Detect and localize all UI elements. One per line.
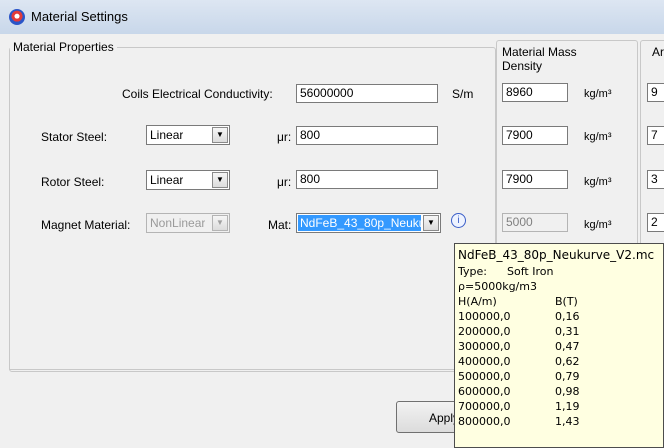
rotor-steel-type-value: Linear xyxy=(150,173,184,187)
coils-conductivity-label: Coils Electrical Conductivity: xyxy=(122,87,273,101)
magnet-mat-value: NdFeB_43_80p_Neukurve_V2.mc xyxy=(298,215,421,231)
third-group-input-1[interactable]: 9 xyxy=(647,83,664,102)
magnet-mat-label: Mat: xyxy=(268,218,292,232)
magnet-material-type-select: NonLinear ▼ xyxy=(146,213,230,233)
tooltip-row-h: 700000,0 xyxy=(458,400,511,413)
chevron-down-icon[interactable]: ▼ xyxy=(212,172,228,188)
info-icon[interactable]: i xyxy=(451,213,466,228)
stator-steel-label: Stator Steel: xyxy=(41,130,108,144)
chevron-down-icon[interactable]: ▼ xyxy=(423,215,439,231)
material-properties-legend: Material Properties xyxy=(13,40,114,54)
rotor-steel-label: Rotor Steel: xyxy=(41,175,105,189)
mass-density-unit-rotor: kg/m³ xyxy=(584,176,612,188)
tooltip-row-b: 1,19 xyxy=(555,400,580,413)
chevron-down-icon: ▼ xyxy=(212,215,228,231)
tooltip-density: ρ=5000kg/m3 xyxy=(458,280,537,293)
stator-mu-input[interactable]: 800 xyxy=(296,126,438,145)
title-bar: Material Settings xyxy=(0,0,664,34)
tooltip-row-h: 400000,0 xyxy=(458,355,511,368)
rotor-steel-type-select[interactable]: Linear ▼ xyxy=(146,170,230,190)
coils-conductivity-unit: S/m xyxy=(452,87,474,101)
tooltip-filename: NdFeB_43_80p_Neukurve_V2.mc xyxy=(458,248,655,262)
mass-density-unit-magnet: kg/m³ xyxy=(584,219,612,231)
mass-density-unit-coils: kg/m³ xyxy=(584,88,612,100)
tooltip-row-b: 0,98 xyxy=(555,385,580,398)
mass-density-input-magnet: 5000 xyxy=(502,213,568,232)
tooltip-row-b: 0,31 xyxy=(555,325,580,338)
tooltip-row-h: 200000,0 xyxy=(458,325,511,338)
material-tooltip: NdFeB_43_80p_Neukurve_V2.mc Type: Soft I… xyxy=(454,243,664,448)
rotor-mu-input[interactable]: 800 xyxy=(296,170,438,189)
third-group-input-4[interactable]: 2 xyxy=(647,213,664,232)
mass-density-input-stator[interactable]: 7900 xyxy=(502,126,568,145)
magnet-material-label: Magnet Material: xyxy=(41,218,131,232)
tooltip-row-h: 100000,0 xyxy=(458,310,511,323)
mass-density-input-coils[interactable]: 8960 xyxy=(502,83,568,102)
tooltip-type-value: Soft Iron xyxy=(507,265,554,278)
tooltip-col-h: H(A/m) xyxy=(458,295,497,308)
tooltip-row-b: 0,16 xyxy=(555,310,580,323)
mass-density-unit-stator: kg/m³ xyxy=(584,131,612,143)
third-group-input-3[interactable]: 3 xyxy=(647,170,664,189)
third-group-input-2[interactable]: 7 xyxy=(647,126,664,145)
tooltip-row-h: 600000,0 xyxy=(458,385,511,398)
tooltip-col-b: B(T) xyxy=(555,295,578,308)
tooltip-row-b: 0,47 xyxy=(555,340,580,353)
tooltip-row-b: 0,62 xyxy=(555,355,580,368)
stator-steel-type-select[interactable]: Linear ▼ xyxy=(146,125,230,145)
tooltip-row-h: 500000,0 xyxy=(458,370,511,383)
stator-mu-label: μr: xyxy=(277,130,292,144)
tooltip-row-b: 0,79 xyxy=(555,370,580,383)
mass-density-input-rotor[interactable]: 7900 xyxy=(502,170,568,189)
stator-steel-type-value: Linear xyxy=(150,128,184,142)
mass-density-legend-line1: Material Mass xyxy=(500,45,579,59)
mass-density-legend-line2: Density xyxy=(502,59,543,73)
tooltip-row-h: 300000,0 xyxy=(458,340,511,353)
rotor-mu-label: μr: xyxy=(277,175,292,189)
tooltip-type-label: Type: xyxy=(458,265,487,278)
magnet-mat-select[interactable]: NdFeB_43_80p_Neukurve_V2.mc ▼ xyxy=(296,213,441,233)
tooltip-row-h: 800000,0 xyxy=(458,415,511,428)
window-title: Material Settings xyxy=(31,9,128,24)
chevron-down-icon[interactable]: ▼ xyxy=(212,127,228,143)
coils-conductivity-input[interactable]: 56000000 xyxy=(296,84,438,103)
third-group-legend: Ar xyxy=(650,45,664,59)
app-icon xyxy=(9,9,25,25)
magnet-material-type-value: NonLinear xyxy=(150,216,206,230)
tooltip-row-b: 1,43 xyxy=(555,415,580,428)
